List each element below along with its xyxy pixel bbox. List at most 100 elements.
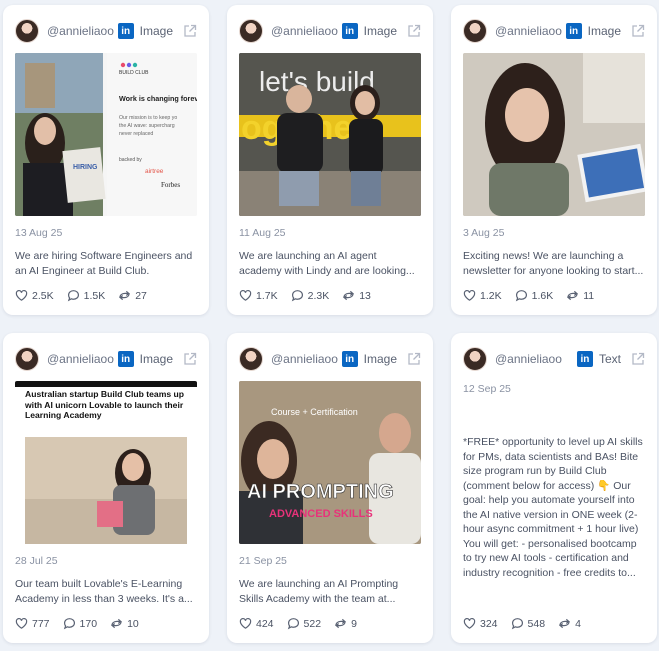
engagement-stats: 1.2K 1.6K 11 (463, 289, 645, 302)
likes-count: 324 (480, 617, 498, 630)
post-text: We are hiring Software Engineers and an … (15, 250, 193, 277)
shares-stat: 13 (342, 289, 371, 302)
post-date: 21 Sep 25 (239, 555, 287, 567)
shares-count: 13 (359, 289, 371, 302)
external-link-icon[interactable] (183, 24, 197, 38)
post-text: We are launching an AI agent academy wit… (239, 250, 415, 277)
likes-stat: 324 (463, 617, 498, 630)
post-card[interactable]: @annieliaoo in Text 12 Sep 25 *FREE* opp… (451, 333, 657, 643)
post-image-art (463, 53, 645, 216)
shares-stat: 27 (118, 289, 147, 302)
shares-stat: 9 (334, 617, 357, 630)
share-icon (567, 290, 578, 301)
likes-stat: 1.2K (463, 289, 502, 302)
avatar (239, 19, 263, 43)
shares-count: 27 (135, 289, 147, 302)
comments-stat: 1.6K (515, 289, 554, 302)
post-text: *FREE* opportunity to level up AI skills… (463, 436, 643, 579)
comments-count: 170 (79, 617, 98, 630)
author-handle: @annieliaoo (495, 24, 562, 38)
post-type-label: Text (598, 352, 621, 366)
share-icon (119, 290, 130, 301)
shares-count: 11 (583, 289, 595, 302)
avatar (239, 347, 263, 371)
comment-icon (515, 290, 527, 302)
post-card[interactable]: @annieliaoo in Image HIRING BUILD CLUB W… (3, 5, 209, 315)
heart-icon (463, 289, 476, 301)
heart-icon (463, 617, 476, 629)
likes-count: 1.7K (256, 289, 278, 302)
shares-count: 9 (351, 617, 357, 630)
comments-count: 2.3K (307, 289, 330, 302)
brand-text: BUILD CLUB (119, 70, 149, 76)
comments-count: 1.5K (83, 289, 106, 302)
post-card[interactable]: @annieliaoo in Image Course + Certificat… (227, 333, 433, 643)
comments-count: 548 (527, 617, 546, 630)
avatar (463, 347, 487, 371)
media-main-text: AI PROMPTING (247, 481, 394, 503)
post-type-label: Image (587, 24, 621, 38)
external-link-icon[interactable] (407, 24, 421, 38)
media-top-text: Course + Certification (271, 407, 358, 417)
post-date: 12 Sep 25 (463, 383, 511, 395)
post-text: Exciting news! We are launching a newsle… (463, 250, 644, 277)
backed-by-text: backed by (119, 157, 142, 163)
post-type-label: Image (363, 24, 397, 38)
linkedin-icon: in (117, 351, 134, 367)
post-card[interactable]: @annieliaoo in Image let's build ogethe … (227, 5, 433, 315)
engagement-stats: 1.7K 2.3K 13 (239, 289, 421, 302)
author-handle: @annieliaoo (47, 352, 114, 366)
media-sub-text: ADVANCED SKILLS (269, 508, 373, 520)
comment-icon (67, 290, 79, 302)
linkedin-icon: in (341, 23, 358, 39)
post-image[interactable]: HIRING BUILD CLUB Work is changing forev… (15, 53, 197, 216)
post-image[interactable]: let's build ogethe (239, 53, 421, 216)
posts-grid: @annieliaoo in Image HIRING BUILD CLUB W… (3, 5, 657, 643)
likes-stat: 424 (239, 617, 274, 630)
heart-icon (15, 617, 28, 629)
external-link-icon[interactable] (183, 352, 197, 366)
post-card[interactable]: @annieliaoo in Image Australian startup … (3, 333, 209, 643)
linkedin-icon: in (565, 23, 582, 39)
card-header: @annieliaoo in Image (15, 19, 197, 43)
comment-icon (63, 618, 75, 630)
shares-stat: 11 (566, 289, 594, 302)
heart-icon (15, 289, 28, 301)
likes-count: 2.5K (32, 289, 54, 302)
engagement-stats: 324 548 4 (463, 617, 645, 630)
external-link-icon[interactable] (631, 352, 645, 366)
linkedin-icon: in (576, 351, 593, 367)
comments-count: 1.6K (531, 289, 554, 302)
post-image[interactable]: Course + Certification AI PROMPTING ADVA… (239, 381, 421, 544)
comments-stat: 522 (287, 617, 321, 630)
post-type-label: Image (363, 352, 397, 366)
likes-stat: 2.5K (15, 289, 54, 302)
svg-text:Our mission is to keep yo: Our mission is to keep yo (119, 115, 177, 121)
engagement-stats: 424 522 9 (239, 617, 421, 630)
comments-stat: 548 (511, 617, 546, 630)
post-image[interactable] (463, 53, 645, 216)
share-icon (335, 618, 346, 629)
shares-stat: 10 (110, 617, 139, 630)
comment-icon (291, 290, 303, 302)
external-link-icon[interactable] (631, 24, 645, 38)
comment-icon (287, 618, 299, 630)
comments-stat: 170 (63, 617, 98, 630)
post-image-art: Course + Certification AI PROMPTING ADVA… (239, 381, 421, 544)
likes-count: 777 (32, 617, 50, 630)
post-image[interactable]: Australian startup Build Club teams up w… (15, 381, 197, 544)
post-image-art: let's build ogethe (239, 53, 421, 216)
share-icon (559, 618, 570, 629)
likes-count: 1.2K (480, 289, 502, 302)
likes-stat: 777 (15, 617, 50, 630)
engagement-stats: 777 170 10 (15, 617, 197, 630)
card-header: @annieliaoo in Image (463, 19, 645, 43)
external-link-icon[interactable] (407, 352, 421, 366)
post-card[interactable]: @annieliaoo in Image 3 Aug 25 Exciting n… (451, 5, 657, 315)
post-date: 28 Jul 25 (15, 555, 58, 567)
likes-stat: 1.7K (239, 289, 278, 302)
shares-count: 10 (127, 617, 139, 630)
post-text: We are launching an AI Prompting Skills … (239, 578, 399, 605)
hiring-sign-text: HIRING (73, 164, 98, 171)
share-icon (111, 618, 122, 629)
